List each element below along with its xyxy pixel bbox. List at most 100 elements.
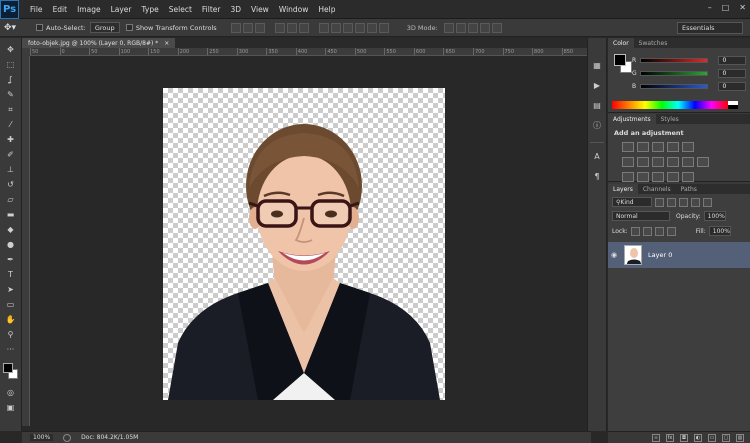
tab-paths[interactable]: Paths bbox=[676, 184, 702, 194]
auto-select-checkbox[interactable] bbox=[36, 24, 43, 31]
maximize-button[interactable]: □ bbox=[722, 3, 730, 12]
document-tab-close-icon[interactable]: × bbox=[164, 40, 169, 47]
quick-mask-icon[interactable]: ◎ bbox=[4, 387, 18, 398]
move-tool-preset-icon[interactable]: ✥▾ bbox=[4, 23, 30, 33]
menu-window[interactable]: Window bbox=[274, 5, 314, 14]
zoom-level[interactable]: 100% bbox=[30, 434, 54, 441]
brightness-contrast-icon[interactable] bbox=[622, 142, 634, 152]
add-mask-icon[interactable]: ◘ bbox=[680, 433, 688, 442]
lasso-tool-icon[interactable]: ʆ bbox=[4, 74, 18, 85]
crop-tool-icon[interactable]: ⌗ bbox=[4, 104, 18, 115]
horizontal-ruler[interactable]: 50 0 50 100 150 200 250 300 350 400 450 … bbox=[30, 48, 591, 56]
blue-value[interactable]: 0 bbox=[718, 81, 746, 91]
tab-channels[interactable]: Channels bbox=[638, 184, 676, 194]
hand-tool-icon[interactable]: ✋ bbox=[4, 314, 18, 325]
distribute-left-icon[interactable] bbox=[354, 22, 365, 33]
tab-layers[interactable]: Layers bbox=[608, 184, 638, 194]
vertical-ruler[interactable] bbox=[22, 56, 30, 426]
red-slider[interactable] bbox=[639, 57, 709, 63]
screen-mode-icon[interactable]: ▣ bbox=[4, 402, 18, 413]
color-fg-bg[interactable] bbox=[614, 54, 634, 74]
align-bottom-icon[interactable] bbox=[254, 22, 265, 33]
more-tools-icon[interactable]: ··· bbox=[4, 344, 18, 355]
vibrance-icon[interactable] bbox=[622, 157, 634, 167]
gradient-triangle-icon[interactable] bbox=[682, 142, 694, 152]
curves-icon[interactable] bbox=[652, 142, 664, 152]
tab-styles[interactable]: Styles bbox=[656, 114, 684, 124]
fx-icon[interactable]: fx bbox=[666, 433, 674, 442]
tab-adjustments[interactable]: Adjustments bbox=[608, 114, 656, 124]
green-slider[interactable] bbox=[639, 70, 709, 76]
posterize-icon[interactable] bbox=[637, 172, 649, 182]
menu-3d[interactable]: 3D bbox=[225, 5, 246, 14]
color-spectrum-bar[interactable] bbox=[612, 101, 728, 109]
blue-slider[interactable] bbox=[639, 83, 709, 89]
distribute-bottom-icon[interactable] bbox=[342, 22, 353, 33]
align-left-icon[interactable] bbox=[274, 22, 285, 33]
filter-smart-object-icon[interactable] bbox=[703, 197, 712, 207]
3d-scale-icon[interactable] bbox=[491, 22, 502, 33]
filter-adjustment-icon[interactable] bbox=[667, 197, 676, 207]
foreground-color-chip[interactable] bbox=[614, 54, 626, 66]
blur-tool-icon[interactable]: ◆ bbox=[4, 224, 18, 235]
menu-view[interactable]: View bbox=[246, 5, 274, 14]
clone-stamp-tool-icon[interactable]: ⊥ bbox=[4, 164, 18, 175]
canvas-area[interactable] bbox=[30, 56, 591, 426]
align-vcenter-icon[interactable] bbox=[242, 22, 253, 33]
hue-saturation-icon[interactable] bbox=[637, 157, 649, 167]
selective-color-icon[interactable] bbox=[682, 172, 694, 182]
move-tool-icon[interactable]: ✥ bbox=[4, 44, 18, 55]
navigator-panel-icon[interactable]: ▤ bbox=[591, 100, 603, 112]
new-adjustment-layer-icon[interactable]: ◐ bbox=[694, 433, 702, 442]
gradient-map-icon[interactable] bbox=[667, 172, 679, 182]
filter-shape-icon[interactable] bbox=[691, 197, 700, 207]
actions-panel-icon[interactable]: ▶ bbox=[591, 80, 603, 92]
character-panel-icon[interactable]: A bbox=[591, 151, 603, 163]
layer-row[interactable]: ◉ Layer 0 bbox=[608, 242, 750, 268]
document-canvas[interactable] bbox=[163, 88, 445, 400]
zoom-tool-icon[interactable]: ⚲ bbox=[4, 329, 18, 340]
threshold-icon[interactable] bbox=[652, 172, 664, 182]
distribute-top-icon[interactable] bbox=[318, 22, 329, 33]
align-top-icon[interactable] bbox=[230, 22, 241, 33]
new-group-icon[interactable]: ▭ bbox=[708, 433, 716, 442]
dodge-tool-icon[interactable]: ● bbox=[4, 239, 18, 250]
lock-image-icon[interactable] bbox=[642, 226, 652, 236]
eraser-tool-icon[interactable]: ▱ bbox=[4, 194, 18, 205]
filter-pixel-icon[interactable] bbox=[655, 197, 664, 207]
document-tab[interactable]: foto-objek.jpg @ 100% (Layer 0, RGB/8#) … bbox=[22, 38, 176, 48]
menu-filter[interactable]: Filter bbox=[197, 5, 226, 14]
paragraph-panel-icon[interactable]: ¶ bbox=[591, 171, 603, 183]
lock-transparent-icon[interactable] bbox=[630, 226, 640, 236]
tab-color[interactable]: Color bbox=[608, 38, 634, 48]
filter-type-icon[interactable] bbox=[679, 197, 688, 207]
history-brush-tool-icon[interactable]: ↺ bbox=[4, 179, 18, 190]
fill-field[interactable]: 100% bbox=[708, 226, 731, 236]
menu-file[interactable]: File bbox=[25, 5, 48, 14]
3d-slide-icon[interactable] bbox=[479, 22, 490, 33]
eyedropper-tool-icon[interactable]: ⁄ bbox=[4, 119, 18, 130]
red-value[interactable]: 0 bbox=[718, 55, 746, 65]
menu-image[interactable]: Image bbox=[72, 5, 106, 14]
menu-layer[interactable]: Layer bbox=[106, 5, 137, 14]
tab-swatches[interactable]: Swatches bbox=[634, 38, 673, 48]
history-panel-icon[interactable]: ▦ bbox=[591, 60, 603, 72]
marquee-tool-icon[interactable]: ⬚ bbox=[4, 59, 18, 70]
brush-tool-icon[interactable]: ✐ bbox=[4, 149, 18, 160]
levels-icon[interactable] bbox=[637, 142, 649, 152]
info-panel-icon[interactable]: ⓘ bbox=[591, 120, 603, 132]
align-right-icon[interactable] bbox=[298, 22, 309, 33]
layer-kind-filter[interactable]: ⚲ Kind bbox=[612, 197, 652, 207]
link-layers-icon[interactable]: ∞ bbox=[652, 433, 660, 442]
pen-tool-icon[interactable]: ✒ bbox=[4, 254, 18, 265]
workspace-dropdown[interactable]: Essentials bbox=[677, 22, 743, 34]
distribute-right-icon[interactable] bbox=[378, 22, 389, 33]
gradient-tool-icon[interactable]: ▬ bbox=[4, 209, 18, 220]
opacity-field[interactable]: 100% bbox=[703, 211, 726, 221]
type-tool-icon[interactable]: T bbox=[4, 269, 18, 280]
quick-select-tool-icon[interactable]: ✎ bbox=[4, 89, 18, 100]
menu-edit[interactable]: Edit bbox=[48, 5, 73, 14]
distribute-hcenter-icon[interactable] bbox=[366, 22, 377, 33]
delete-layer-icon[interactable]: ▥ bbox=[736, 433, 744, 442]
exposure-icon[interactable] bbox=[667, 142, 679, 152]
